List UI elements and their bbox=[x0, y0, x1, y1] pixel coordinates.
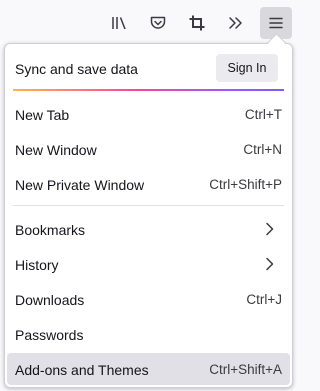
menu-item-shortcut: Ctrl+Shift+P bbox=[209, 177, 282, 192]
sign-in-button[interactable]: Sign In bbox=[216, 54, 278, 82]
menu-item-label: Passwords bbox=[15, 327, 84, 343]
menu-item-label: New Window bbox=[15, 142, 97, 158]
sync-row: Sync and save data Sign In bbox=[5, 44, 292, 92]
menu-item-label: Bookmarks bbox=[15, 222, 86, 238]
screenshot-icon[interactable] bbox=[181, 7, 213, 39]
menu-separator bbox=[13, 205, 284, 206]
menu-item-bookmarks[interactable]: Bookmarks bbox=[7, 213, 290, 245]
library-icon[interactable] bbox=[103, 7, 135, 39]
app-menu-panel: Sync and save data Sign In New Tab Ctrl+… bbox=[4, 43, 293, 388]
menu-item-label: Downloads bbox=[15, 292, 85, 308]
menu-item-new-private-window[interactable]: New Private Window Ctrl+Shift+P bbox=[7, 168, 290, 200]
menu-item-label: New Private Window bbox=[15, 177, 145, 193]
menu-item-history[interactable]: History bbox=[7, 248, 290, 280]
pocket-icon[interactable] bbox=[142, 7, 174, 39]
menu-item-shortcut: Ctrl+T bbox=[244, 107, 282, 122]
menu-item-downloads[interactable]: Downloads Ctrl+J bbox=[7, 283, 290, 315]
sync-accent-line bbox=[13, 89, 284, 91]
menu-item-new-tab[interactable]: New Tab Ctrl+T bbox=[7, 98, 290, 130]
menu-item-shortcut: Ctrl+J bbox=[246, 292, 282, 307]
menu-item-addons-and-themes[interactable]: Add-ons and Themes Ctrl+Shift+A bbox=[7, 353, 290, 385]
overflow-chevron-icon[interactable] bbox=[220, 7, 252, 39]
sync-label: Sync and save data bbox=[15, 61, 138, 77]
chevron-right-icon bbox=[266, 257, 274, 271]
menu-item-label: New Tab bbox=[15, 107, 70, 123]
chevron-right-icon bbox=[266, 222, 274, 236]
menu-item-new-window[interactable]: New Window Ctrl+N bbox=[7, 133, 290, 165]
menu-item-label: Add-ons and Themes bbox=[15, 362, 149, 378]
browser-toolbar bbox=[0, 0, 303, 44]
menu-item-shortcut: Ctrl+N bbox=[243, 142, 282, 157]
menu-item-label: History bbox=[15, 257, 59, 273]
menu-item-shortcut: Ctrl+Shift+A bbox=[209, 362, 282, 377]
menu-item-passwords[interactable]: Passwords bbox=[7, 318, 290, 350]
